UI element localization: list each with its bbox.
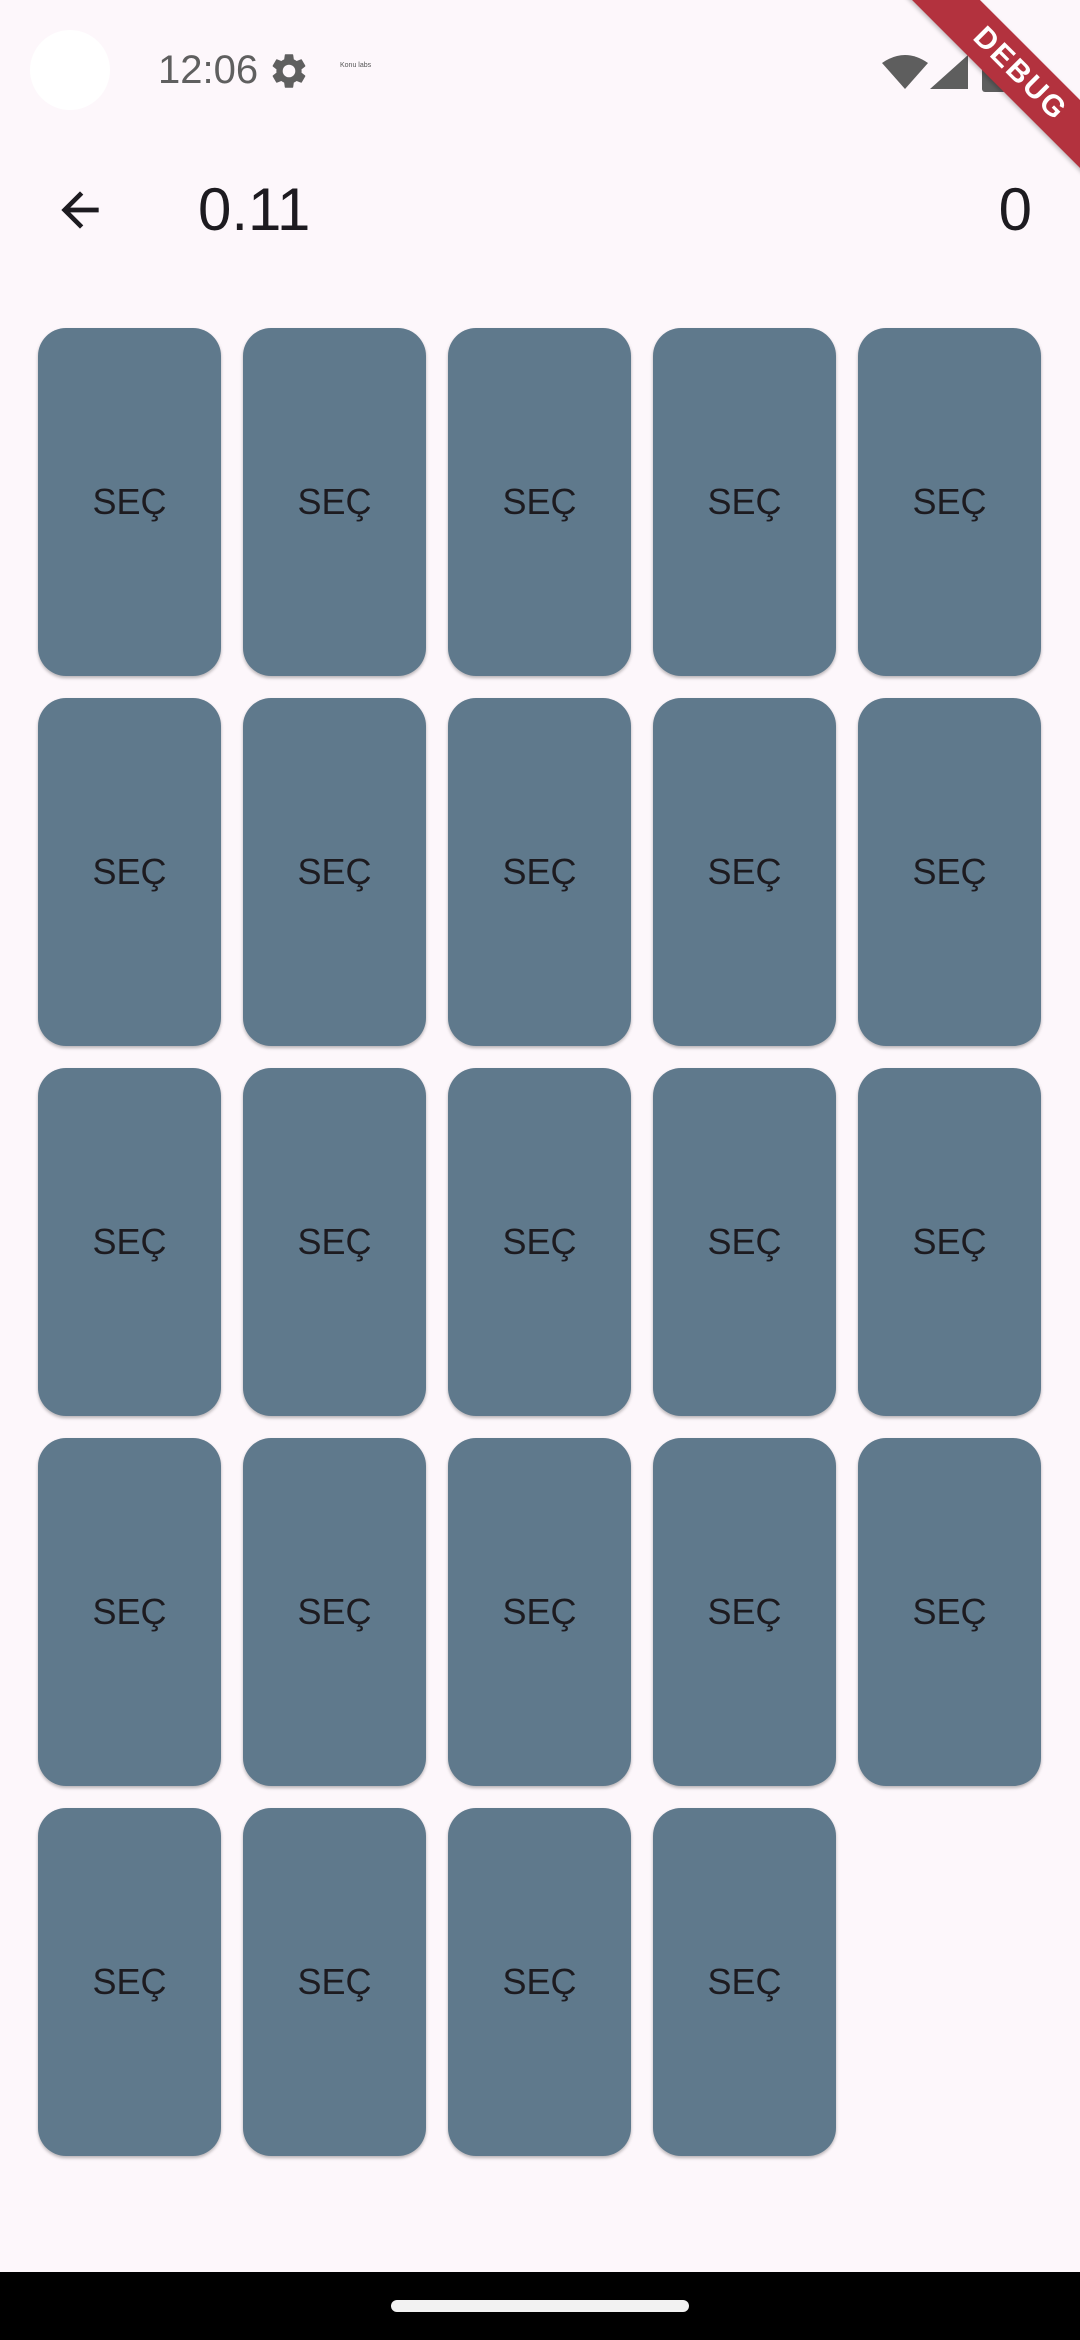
select-card[interactable]: SEÇ [38, 698, 221, 1046]
notification-app-icon: Konu labs [340, 62, 372, 69]
select-card[interactable]: SEÇ [653, 328, 836, 676]
select-card[interactable]: SEÇ [243, 1438, 426, 1786]
card-label: SEÇ [707, 851, 782, 892]
card-label: SEÇ [297, 1961, 372, 2002]
card-label: SEÇ [707, 1961, 782, 2002]
select-card[interactable]: SEÇ [38, 328, 221, 676]
select-card[interactable]: SEÇ [858, 698, 1041, 1046]
select-card[interactable]: SEÇ [448, 1068, 631, 1416]
select-card[interactable]: SEÇ [448, 328, 631, 676]
card-label: SEÇ [92, 1961, 167, 2002]
card-label: SEÇ [502, 481, 577, 522]
card-label: SEÇ [92, 1591, 167, 1632]
arrow-left-icon [61, 191, 99, 229]
select-card[interactable]: SEÇ [858, 328, 1041, 676]
wifi-icon [882, 55, 928, 89]
select-card[interactable]: SEÇ [448, 1808, 631, 2156]
select-card[interactable]: SEÇ [38, 1068, 221, 1416]
home-indicator[interactable] [391, 2300, 689, 2312]
select-card[interactable]: SEÇ [38, 1438, 221, 1786]
gear-icon [272, 54, 306, 88]
card-label: SEÇ [297, 851, 372, 892]
status-clock: 12:06 [158, 48, 259, 92]
card-label: SEÇ [502, 1221, 577, 1262]
card-label: SEÇ [297, 1221, 372, 1262]
card-label: SEÇ [502, 851, 577, 892]
select-card[interactable]: SEÇ [653, 1808, 836, 2156]
select-card[interactable]: SEÇ [243, 1068, 426, 1416]
select-card[interactable]: SEÇ [448, 1438, 631, 1786]
card-label: SEÇ [502, 1961, 577, 2002]
app-bar: 0.11 0 [0, 150, 1080, 274]
card-label: SEÇ [912, 481, 987, 522]
card-label: SEÇ [92, 481, 167, 522]
camera-cutout [30, 30, 110, 110]
select-card[interactable]: SEÇ [653, 1068, 836, 1416]
signal-icon [930, 55, 968, 89]
card-label: SEÇ [912, 851, 987, 892]
select-card[interactable]: SEÇ [243, 698, 426, 1046]
card-label: SEÇ [912, 1221, 987, 1262]
select-card[interactable]: SEÇ [448, 698, 631, 1046]
card-label: SEÇ [707, 1221, 782, 1262]
select-card[interactable]: SEÇ [653, 1438, 836, 1786]
card-label: SEÇ [297, 481, 372, 522]
page-title: 0.11 [198, 176, 311, 243]
card-label: SEÇ [92, 851, 167, 892]
card-label: SEÇ [912, 1591, 987, 1632]
card-label: SEÇ [92, 1221, 167, 1262]
back-button[interactable] [40, 170, 120, 250]
select-card[interactable]: SEÇ [243, 1808, 426, 2156]
card-label: SEÇ [297, 1591, 372, 1632]
card-grid: SEÇ SEÇ SEÇ SEÇ SEÇ SEÇ SEÇ SEÇ SEÇ SEÇ … [38, 328, 1042, 2156]
select-card[interactable]: SEÇ [858, 1068, 1041, 1416]
select-card[interactable]: SEÇ [38, 1808, 221, 2156]
card-label: SEÇ [707, 1591, 782, 1632]
select-card[interactable]: SEÇ [653, 698, 836, 1046]
card-label: SEÇ [707, 481, 782, 522]
score-counter: 0 [998, 176, 1032, 243]
select-card[interactable]: SEÇ [243, 328, 426, 676]
status-bar: 12:06 Konu labs [0, 0, 1080, 140]
card-label: SEÇ [502, 1591, 577, 1632]
select-card[interactable]: SEÇ [858, 1438, 1041, 1786]
